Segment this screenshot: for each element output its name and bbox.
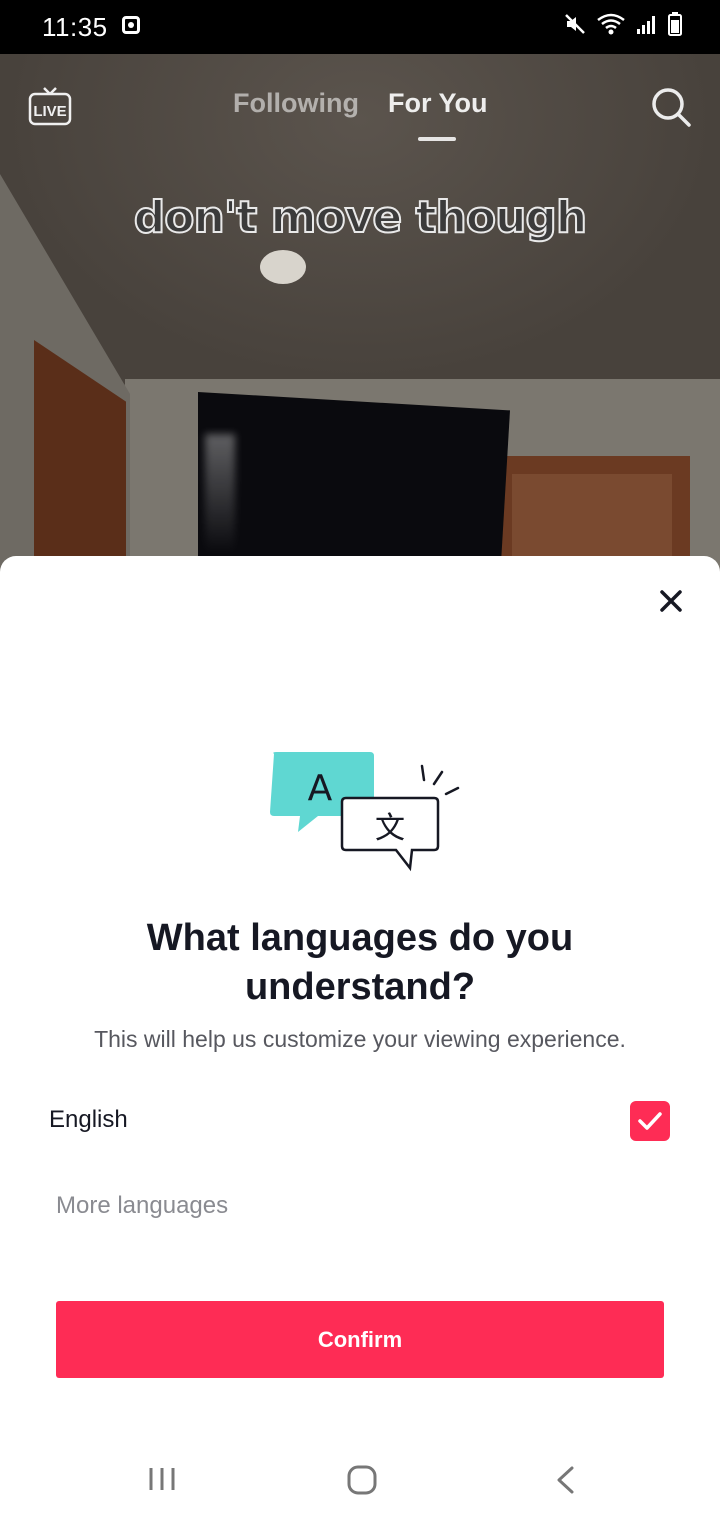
video-smoke-detector — [260, 250, 306, 284]
status-bar: 11:35 — [0, 0, 720, 54]
search-icon[interactable] — [650, 86, 692, 128]
close-icon[interactable] — [654, 584, 688, 618]
tab-following[interactable]: Following — [233, 88, 359, 119]
tab-for-you[interactable]: For You — [388, 88, 488, 119]
video-player[interactable]: don't move though — [0, 54, 720, 614]
language-sheet: A 文 What languages do you understand? Th… — [0, 556, 720, 1520]
tab-active-indicator — [418, 137, 456, 141]
illustration-glyph: 文 — [375, 811, 405, 846]
status-time: 11:35 — [42, 12, 108, 42]
language-label: English — [49, 1106, 128, 1133]
sheet-subtitle: This will help us customize your viewing… — [94, 1026, 626, 1052]
battery-icon — [668, 12, 682, 36]
system-nav-bar — [0, 1436, 720, 1520]
language-checkbox[interactable] — [630, 1101, 670, 1141]
check-icon — [638, 1112, 662, 1130]
home-icon[interactable] — [347, 1465, 377, 1495]
live-icon[interactable]: LIVE — [28, 86, 72, 126]
recent-apps-icon[interactable] — [148, 1466, 176, 1492]
confirm-button[interactable]: Confirm — [56, 1301, 664, 1378]
status-icons — [564, 12, 682, 36]
illustration-letter: A — [308, 768, 333, 809]
sheet-title: What languages do you understand? — [146, 917, 574, 1008]
language-option-english[interactable]: English — [48, 1096, 670, 1146]
video-caption: don't move though — [133, 191, 589, 244]
notification-icon — [122, 16, 140, 34]
signal-icon — [637, 16, 655, 34]
wifi-icon — [597, 13, 625, 35]
live-label: LIVE — [33, 103, 66, 120]
video-tv-glare — [205, 434, 235, 554]
back-icon[interactable] — [554, 1465, 576, 1495]
mute-icon — [565, 14, 585, 34]
more-languages-link[interactable]: More languages — [56, 1192, 228, 1220]
translate-illustration: A 文 — [270, 752, 460, 872]
